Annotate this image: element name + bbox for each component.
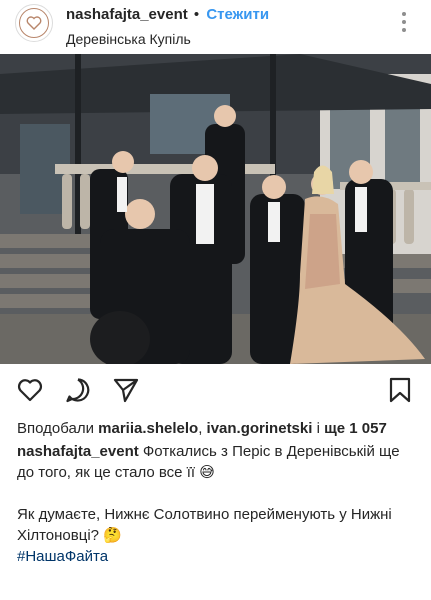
user-line: nashafajta_event • Стежити: [66, 6, 269, 23]
comment-icon[interactable]: [64, 376, 92, 404]
caption-text-2: Як думаєте, Нижнє Солотвино перейменують…: [17, 506, 392, 544]
likes-line: Вподобали mariia.shelelo, ivan.gorinetsk…: [17, 418, 417, 439]
post-photo[interactable]: [0, 54, 431, 364]
likes-count-link[interactable]: ще 1 057: [324, 420, 387, 437]
likes-conjunction: і: [316, 420, 320, 437]
username-link[interactable]: nashafajta_event: [66, 6, 188, 23]
post-header: nashafajta_event • Стежити Деревінська К…: [0, 0, 431, 54]
hashtag-link[interactable]: #НашаФайта: [17, 546, 417, 567]
separator-dot: •: [193, 6, 200, 23]
heart-icon[interactable]: [16, 376, 44, 404]
likes-prefix: Вподобали: [17, 420, 94, 437]
caption-username-link[interactable]: nashafajta_event: [17, 443, 139, 460]
send-icon[interactable]: [112, 376, 140, 404]
more-vertical-icon[interactable]: [402, 12, 406, 32]
action-bar: [0, 364, 431, 416]
liker-link[interactable]: ivan.gorinetski: [207, 420, 313, 437]
avatar[interactable]: [15, 4, 53, 42]
post-content: Вподобали mariia.shelelo, ivan.gorinetsk…: [17, 418, 417, 567]
follow-button[interactable]: Стежити: [206, 6, 269, 23]
caption: nashafajta_event Фоткались з Періс в Дер…: [17, 441, 417, 567]
location-link[interactable]: Деревінська Купіль: [66, 31, 191, 47]
likes-separator: ,: [198, 420, 203, 437]
bookmark-icon[interactable]: [386, 376, 414, 404]
liker-link[interactable]: mariia.shelelo: [98, 420, 198, 437]
logo-heart-icon: [19, 8, 49, 38]
